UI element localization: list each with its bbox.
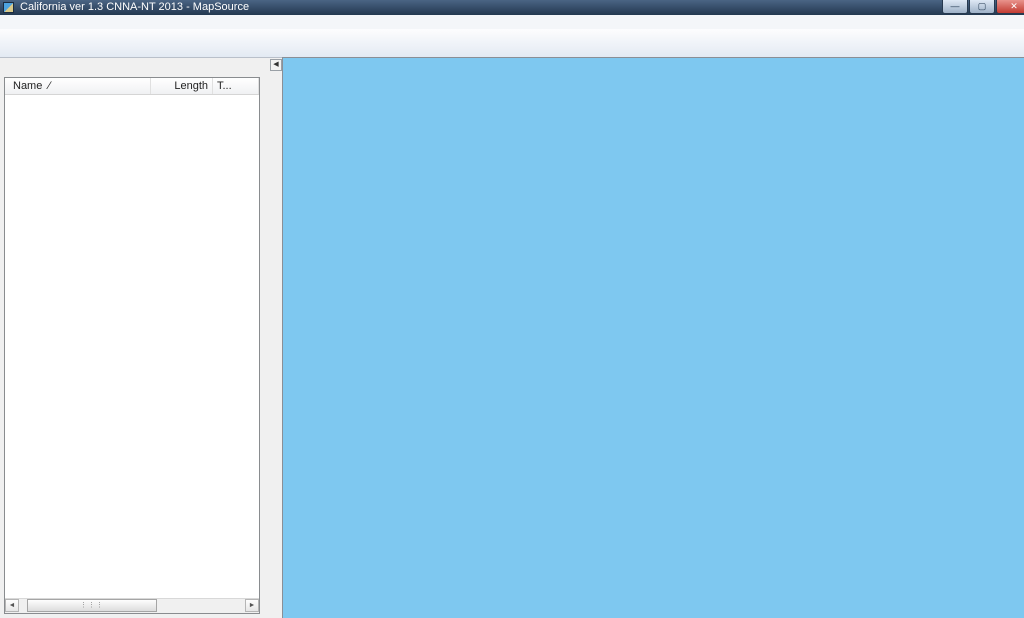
scroll-left-arrow-icon[interactable]: ◄ [5,599,19,612]
column-header-name[interactable]: Name ∕ [5,78,151,94]
menu-bar [0,15,1024,30]
panel-tabs [4,60,260,78]
column-header-length[interactable]: Length [151,78,213,94]
horizontal-scrollbar[interactable]: ◄ ⋮⋮⋮ ► [5,598,259,613]
routes-list-header: Name ∕ Length T... [5,78,259,95]
maximize-button[interactable]: ▢ [969,0,995,14]
minimize-button[interactable]: — [942,0,968,14]
column-header-time[interactable]: T... [213,78,259,94]
title-bar: California ver 1.3 CNNA-NT 2013 - MapSou… [0,0,1024,15]
panel-collapse-button[interactable]: ◀ [270,59,282,71]
scrollbar-thumb[interactable]: ⋮⋮⋮ [27,599,157,612]
map-view[interactable] [282,57,1024,618]
routes-rows [5,95,259,598]
routes-list: Name ∕ Length T... ◄ ⋮⋮⋮ ► [4,77,260,614]
sort-indicator-icon: ∕ [48,80,50,92]
app-icon [3,2,14,13]
scroll-right-arrow-icon[interactable]: ► [245,599,259,612]
data-panel: Name ∕ Length T... ◄ ⋮⋮⋮ ► [4,60,260,614]
window-title: California ver 1.3 CNNA-NT 2013 - MapSou… [20,0,249,15]
toolbar [0,29,1024,58]
close-button[interactable]: ✕ [996,0,1024,14]
